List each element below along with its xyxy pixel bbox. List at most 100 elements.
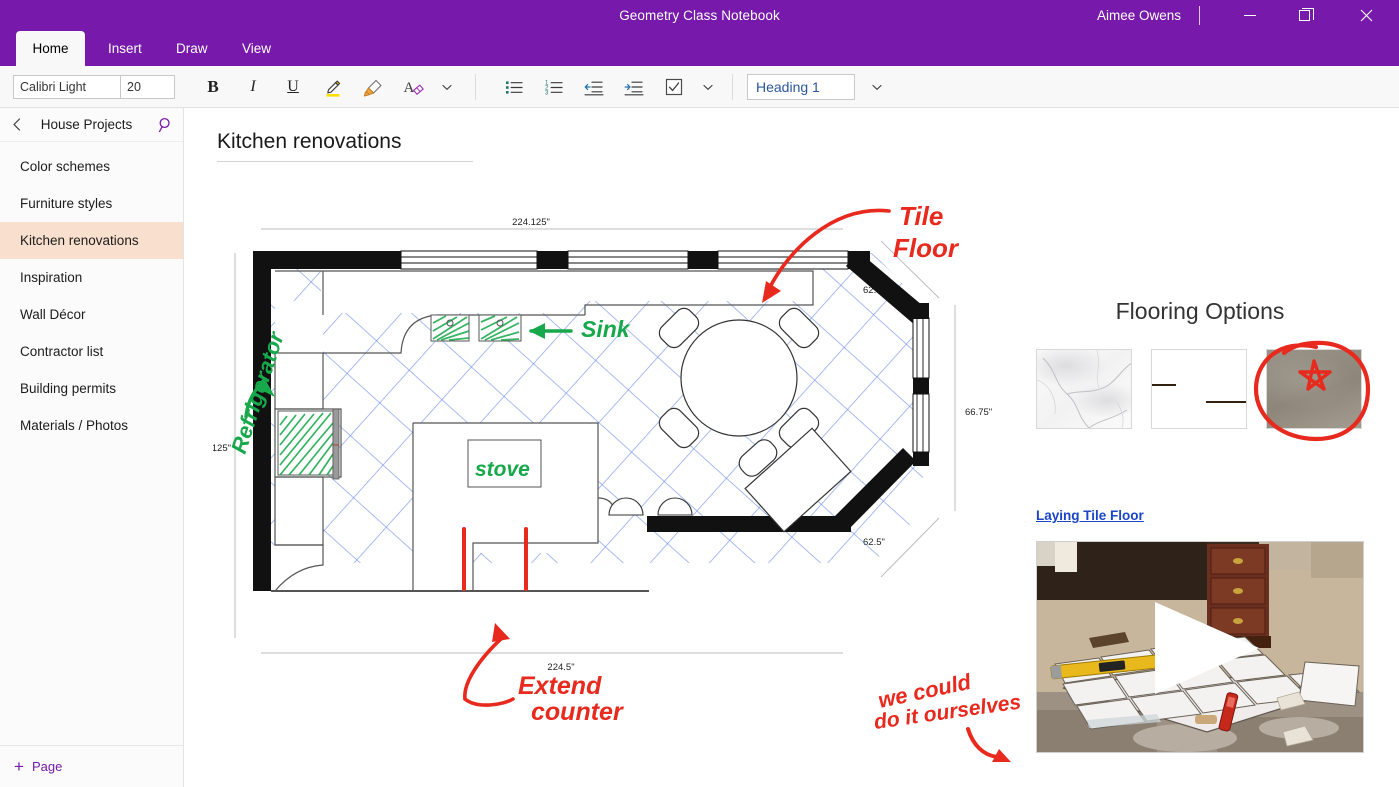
toolbar-divider-2 bbox=[732, 74, 733, 100]
underline-button[interactable]: U bbox=[273, 71, 313, 103]
sidebar-item-materials-photos[interactable]: Materials / Photos bbox=[0, 407, 183, 444]
tab-draw-label: Draw bbox=[176, 41, 208, 56]
tab-home[interactable]: Home bbox=[16, 31, 85, 66]
search-icon bbox=[157, 116, 175, 134]
laying-tile-floor-link[interactable]: Laying Tile Floor bbox=[1036, 508, 1144, 523]
minimize-icon bbox=[1244, 15, 1256, 16]
bulleted-list-icon bbox=[502, 75, 526, 99]
font-more-button[interactable] bbox=[433, 71, 461, 103]
notebook-title[interactable]: House Projects bbox=[24, 117, 149, 132]
minimize-button[interactable] bbox=[1227, 0, 1273, 31]
paragraph-style-input[interactable]: Heading 1 bbox=[747, 74, 855, 100]
clear-formatting-button[interactable]: A bbox=[393, 71, 433, 103]
sidebar-item-label: Building permits bbox=[20, 381, 116, 396]
increase-indent-button[interactable] bbox=[614, 71, 654, 103]
sidebar-item-label: Color schemes bbox=[20, 159, 110, 174]
page-list-sidebar: House Projects Color schemes Furniture s… bbox=[0, 108, 184, 787]
italic-icon: I bbox=[250, 78, 255, 96]
page-title[interactable]: Kitchen renovations bbox=[217, 130, 473, 162]
gray-stone-swatch[interactable] bbox=[1266, 349, 1362, 429]
highlight-button[interactable] bbox=[313, 71, 353, 103]
chevron-down-icon bbox=[440, 80, 454, 94]
tab-home-label: Home bbox=[32, 41, 68, 56]
add-page-button[interactable]: + Page bbox=[0, 745, 183, 787]
search-button[interactable] bbox=[149, 108, 183, 142]
dimension-right: 66.75" bbox=[965, 407, 992, 418]
bold-icon: B bbox=[207, 77, 218, 97]
bold-button[interactable]: B bbox=[193, 71, 233, 103]
sidebar-item-contractor-list[interactable]: Contractor list bbox=[0, 333, 183, 370]
ink-label-tile: Tile bbox=[899, 201, 943, 231]
titlebar-divider bbox=[1199, 6, 1200, 25]
todo-tag-button[interactable] bbox=[654, 71, 694, 103]
font-size-input[interactable]: 20 bbox=[121, 75, 175, 99]
chevron-down-icon bbox=[701, 80, 715, 94]
sidebar-item-label: Kitchen renovations bbox=[20, 233, 139, 248]
user-account-name[interactable]: Aimee Owens bbox=[1097, 0, 1181, 31]
sidebar-item-furniture-styles[interactable]: Furniture styles bbox=[0, 185, 183, 222]
formatting-toolbar: Calibri Light 20 B I U A bbox=[0, 66, 1399, 108]
sidebar-item-label: Materials / Photos bbox=[20, 418, 128, 433]
close-icon bbox=[1360, 9, 1373, 22]
ink-label-stove: stove bbox=[475, 458, 530, 481]
chevron-left-icon bbox=[10, 117, 25, 132]
tags-more-button[interactable] bbox=[694, 71, 722, 103]
sidebar-item-label: Wall Décor bbox=[20, 307, 86, 322]
plus-icon: + bbox=[14, 760, 24, 773]
refrigerator-shape bbox=[278, 409, 339, 479]
dark-wood-swatch[interactable] bbox=[1151, 349, 1247, 429]
tab-view-label: View bbox=[242, 41, 271, 56]
flooring-options-heading: Flooring Options bbox=[1030, 298, 1370, 325]
sidebar-item-label: Furniture styles bbox=[20, 196, 112, 211]
white-marble-swatch[interactable] bbox=[1036, 349, 1132, 429]
format-painter-button[interactable] bbox=[353, 71, 393, 103]
ink-note-extend-counter: Extend counter bbox=[465, 623, 624, 726]
increase-indent-icon bbox=[622, 75, 646, 99]
sidebar-item-inspiration[interactable]: Inspiration bbox=[0, 259, 183, 296]
title-bar: Geometry Class Notebook Aimee Owens bbox=[0, 0, 1399, 31]
sidebar-item-kitchen-renovations[interactable]: Kitchen renovations bbox=[0, 222, 183, 259]
embedded-video-thumbnail[interactable] bbox=[1036, 541, 1364, 753]
highlighter-icon bbox=[321, 75, 345, 99]
font-name-input[interactable]: Calibri Light bbox=[13, 75, 121, 99]
sidebar-header: House Projects bbox=[0, 108, 183, 142]
clear-formatting-icon: A bbox=[401, 75, 426, 99]
ink-label-extend: Extend bbox=[518, 672, 602, 700]
restore-icon bbox=[1299, 10, 1310, 21]
close-button[interactable] bbox=[1343, 0, 1389, 31]
format-painter-icon bbox=[361, 75, 385, 99]
flooring-swatch-row bbox=[1036, 349, 1390, 429]
app-title: Geometry Class Notebook bbox=[0, 0, 1399, 31]
tab-view[interactable]: View bbox=[228, 31, 285, 66]
dimension-top: 224.125" bbox=[512, 217, 550, 228]
underline-icon: U bbox=[287, 78, 299, 96]
marble-veins bbox=[1037, 350, 1132, 429]
video-play-button[interactable] bbox=[1037, 542, 1364, 753]
tab-draw[interactable]: Draw bbox=[162, 31, 222, 66]
chevron-down-icon bbox=[870, 80, 884, 94]
ink-label-sink: Sink bbox=[581, 316, 631, 342]
ink-label-counter: counter bbox=[531, 698, 624, 726]
style-more-button[interactable] bbox=[863, 71, 891, 103]
numbered-list-button[interactable]: 1 2 3 bbox=[534, 71, 574, 103]
bulleted-list-button[interactable] bbox=[494, 71, 534, 103]
decrease-indent-button[interactable] bbox=[574, 71, 614, 103]
sidebar-item-label: Inspiration bbox=[20, 270, 82, 285]
tab-insert-label: Insert bbox=[108, 41, 142, 56]
restore-button[interactable] bbox=[1281, 0, 1327, 31]
sidebar-page-list: Color schemes Furniture styles Kitchen r… bbox=[0, 142, 183, 444]
sidebar-item-color-schemes[interactable]: Color schemes bbox=[0, 148, 183, 185]
italic-button[interactable]: I bbox=[233, 71, 273, 103]
svg-text:3: 3 bbox=[545, 90, 549, 96]
ink-note-we-could-do-it-ourselves: we could do it ourselves bbox=[875, 663, 1055, 773]
tab-insert[interactable]: Insert bbox=[94, 31, 156, 66]
svg-text:A: A bbox=[403, 80, 414, 96]
flooring-options-section: Flooring Options bbox=[1030, 298, 1390, 429]
dining-table-shape bbox=[656, 305, 823, 452]
decrease-indent-icon bbox=[582, 75, 606, 99]
ink-label-floor: Floor bbox=[893, 233, 960, 263]
sidebar-item-wall-decor[interactable]: Wall Décor bbox=[0, 296, 183, 333]
numbered-list-icon: 1 2 3 bbox=[542, 75, 566, 99]
sidebar-item-building-permits[interactable]: Building permits bbox=[0, 370, 183, 407]
note-canvas[interactable]: Kitchen renovations 224.125" 164.125" 22… bbox=[185, 108, 1399, 787]
